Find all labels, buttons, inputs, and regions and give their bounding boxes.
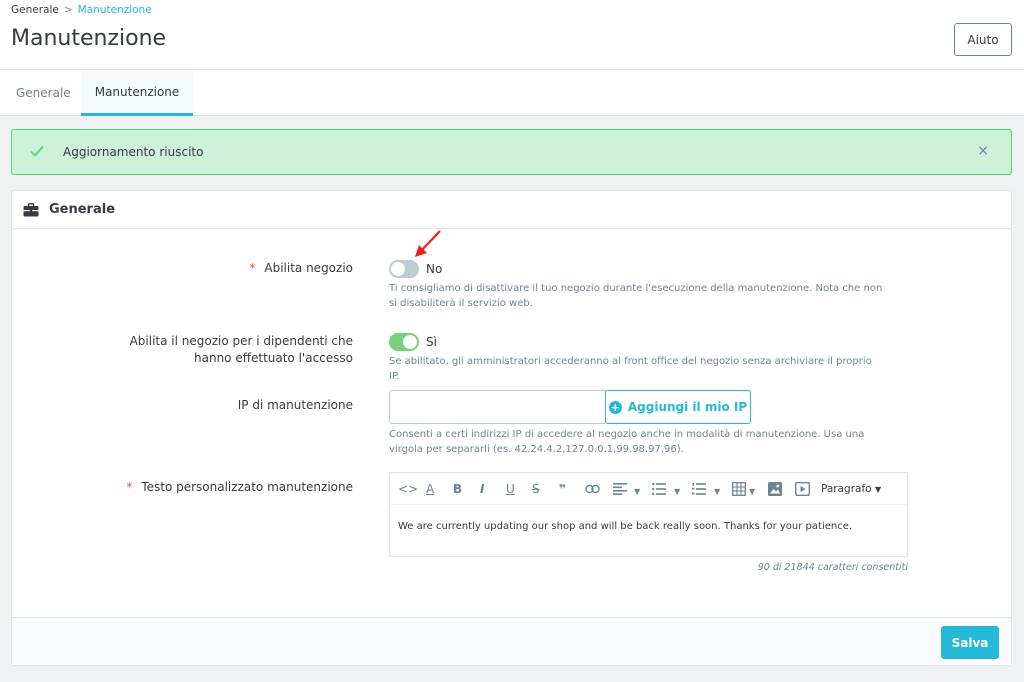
rich-text-editor[interactable]: <> A B I U S ❞ ▼ ▼ ▼ ▼ Paragrafo ▼ We ar… bbox=[389, 472, 908, 557]
plus-circle-icon: + bbox=[608, 400, 622, 414]
enable-shop-logged-value: Sì bbox=[426, 335, 437, 349]
chevron-down-icon[interactable]: ▼ bbox=[634, 484, 640, 500]
media-icon[interactable] bbox=[795, 482, 810, 496]
page-header: Generale > Manutenzione Manutenzione Aiuto bbox=[0, 0, 1024, 70]
paragraph-format-label: Paragrafo bbox=[821, 483, 872, 495]
enable-shop-logged-label-line1: Abilita il negozio per i dipendenti che bbox=[129, 334, 353, 348]
text-color-icon[interactable]: A bbox=[426, 481, 434, 497]
required-marker: * bbox=[249, 261, 256, 275]
tab-generale[interactable]: Generale bbox=[0, 70, 87, 116]
add-my-ip-button[interactable]: + Aggiungi il mio IP bbox=[605, 390, 751, 424]
enable-shop-value: No bbox=[426, 262, 443, 276]
toggle-knob bbox=[391, 262, 405, 276]
close-icon[interactable]: × bbox=[977, 143, 989, 159]
help-button[interactable]: Aiuto bbox=[954, 23, 1012, 56]
chevron-down-icon[interactable]: ▼ bbox=[714, 484, 720, 500]
strikethrough-button[interactable]: S bbox=[532, 481, 540, 497]
chevron-down-icon[interactable]: ▼ bbox=[749, 484, 755, 500]
enable-shop-logged-label: Abilita il negozio per i dipendenti che … bbox=[130, 333, 353, 367]
tab-bar: Generale Manutenzione bbox=[0, 70, 1024, 116]
alert-message: Aggiornamento riuscito bbox=[63, 145, 204, 159]
paragraph-format-select[interactable]: Paragrafo ▼ bbox=[821, 481, 881, 498]
add-my-ip-label: Aggiungi il mio IP bbox=[627, 400, 748, 414]
enable-shop-logged-help: Se abilitato, gli amministratori acceder… bbox=[389, 356, 872, 382]
tab-manutenzione[interactable]: Manutenzione bbox=[81, 70, 193, 116]
chevron-down-icon[interactable]: ▼ bbox=[674, 484, 680, 500]
enable-shop-label-text: Abilita negozio bbox=[264, 261, 353, 275]
chevron-down-icon: ▼ bbox=[874, 485, 882, 494]
success-alert: Aggiornamento riuscito × bbox=[11, 129, 1012, 175]
breadcrumb-parent[interactable]: Generale bbox=[11, 4, 59, 16]
editor-toolbar: <> A B I U S ❞ ▼ ▼ ▼ ▼ Paragrafo ▼ bbox=[390, 473, 907, 505]
maintenance-ip-help: Consenti a certi indirizzi IP di acceder… bbox=[389, 429, 865, 455]
maintenance-text-label: * Testo personalizzato manutenzione bbox=[126, 479, 353, 496]
general-panel: Generale * Abilita negozio No Ti consigli… bbox=[11, 190, 1012, 666]
briefcase-icon bbox=[23, 203, 39, 217]
panel-footer: Salva bbox=[12, 617, 1011, 665]
breadcrumb-separator: > bbox=[63, 4, 73, 16]
breadcrumb-current[interactable]: Manutenzione bbox=[78, 4, 152, 16]
bullet-list-icon[interactable] bbox=[652, 483, 666, 495]
maintenance-ip-input[interactable] bbox=[389, 390, 606, 424]
bold-button[interactable]: B bbox=[453, 481, 462, 497]
annotation-arrow-icon bbox=[415, 230, 441, 257]
enable-shop-logged-toggle[interactable] bbox=[389, 333, 419, 351]
page-title: Manutenzione bbox=[11, 26, 167, 51]
save-button[interactable]: Salva bbox=[941, 626, 999, 659]
align-left-icon[interactable] bbox=[613, 483, 627, 495]
underline-button[interactable]: U bbox=[506, 481, 515, 497]
blockquote-button[interactable]: ❞ bbox=[559, 481, 566, 497]
editor-content[interactable]: We are currently updating our shop and w… bbox=[398, 521, 852, 532]
enable-shop-help: Ti consigliamo di disattivare il tuo neg… bbox=[389, 283, 883, 309]
enable-shop-label: * Abilita negozio bbox=[249, 260, 353, 277]
breadcrumb: Generale > Manutenzione bbox=[11, 4, 152, 16]
required-marker: * bbox=[126, 480, 133, 494]
enable-shop-logged-label-line2: hanno effettuato l'accesso bbox=[194, 351, 353, 365]
table-icon[interactable] bbox=[732, 482, 746, 496]
link-icon[interactable] bbox=[585, 484, 600, 494]
panel-title: Generale bbox=[49, 202, 116, 217]
panel-header: Generale bbox=[12, 191, 1011, 229]
numbered-list-icon[interactable] bbox=[692, 483, 706, 495]
toggle-knob bbox=[403, 335, 417, 349]
image-icon[interactable] bbox=[768, 482, 782, 496]
source-code-button[interactable]: <> bbox=[398, 481, 418, 497]
italic-button[interactable]: I bbox=[480, 481, 484, 497]
enable-shop-toggle[interactable] bbox=[389, 260, 419, 278]
check-icon bbox=[30, 145, 44, 157]
maintenance-text-label-text: Testo personalizzato manutenzione bbox=[141, 480, 353, 494]
character-counter: 90 di 21844 caratteri consentiti bbox=[757, 562, 908, 573]
maintenance-ip-label: IP di manutenzione bbox=[237, 398, 353, 412]
